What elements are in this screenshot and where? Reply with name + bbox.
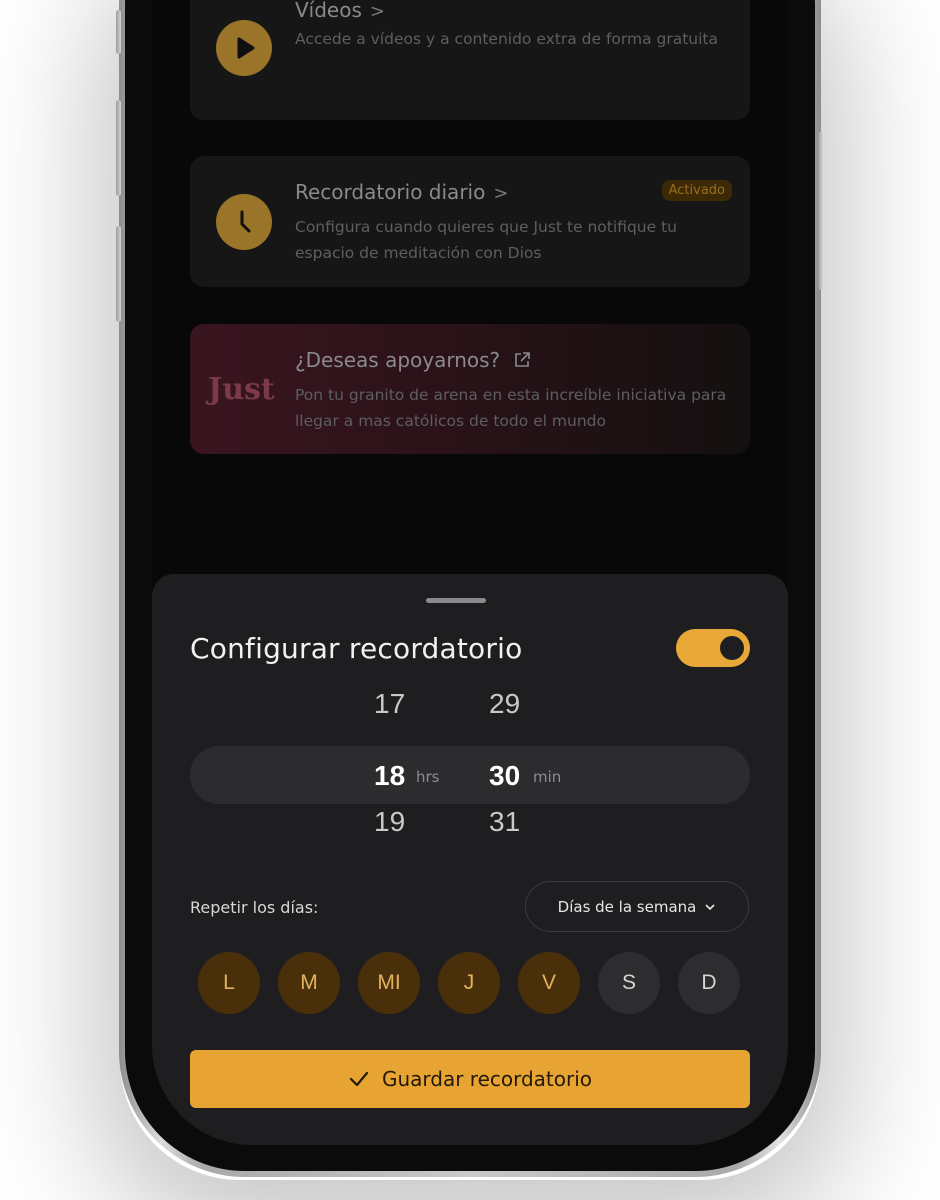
day-tuesday[interactable]: M bbox=[278, 952, 340, 1014]
day-monday[interactable]: L bbox=[198, 952, 260, 1014]
phone-screen: Vídeos > Accede a vídeos y a contenido ex… bbox=[152, 0, 788, 1145]
minute-option[interactable]: 29 bbox=[489, 688, 520, 720]
repeat-days-dropdown-value: Días de la semana bbox=[557, 897, 697, 916]
videos-title: Vídeos > bbox=[295, 0, 385, 22]
picker-selection-row bbox=[190, 746, 750, 804]
save-reminder-button[interactable]: Guardar recordatorio bbox=[190, 1050, 750, 1108]
chevron-right-icon: > bbox=[493, 183, 509, 204]
hour-option[interactable]: 17 bbox=[374, 688, 405, 720]
repeat-days-dropdown[interactable]: Días de la semana bbox=[525, 881, 749, 932]
day-wednesday[interactable]: MI bbox=[358, 952, 420, 1014]
save-reminder-label: Guardar recordatorio bbox=[381, 1067, 593, 1091]
toggle-knob bbox=[720, 636, 744, 660]
sheet-grabber[interactable] bbox=[426, 598, 486, 603]
side-button bbox=[116, 10, 121, 54]
day-sunday[interactable]: D bbox=[678, 952, 740, 1014]
sheet-title: Configurar recordatorio bbox=[190, 632, 523, 665]
videos-title-text: Vídeos bbox=[295, 0, 362, 22]
volume-down-button bbox=[116, 226, 121, 322]
just-logo: Just bbox=[208, 372, 275, 407]
external-link-icon bbox=[513, 350, 531, 374]
support-title: ¿Deseas apoyarnos? bbox=[295, 348, 531, 374]
day-saturday[interactable]: S bbox=[598, 952, 660, 1014]
chevron-down-icon bbox=[705, 903, 715, 910]
reminder-title: Recordatorio diario > bbox=[295, 180, 508, 204]
minute-option[interactable]: 31 bbox=[489, 806, 520, 838]
clock-icon bbox=[216, 194, 272, 250]
volume-up-button bbox=[116, 100, 121, 196]
chevron-right-icon: > bbox=[369, 1, 385, 22]
support-description: Pon tu granito de arena en esta increíbl… bbox=[295, 386, 727, 430]
hours-unit: hrs bbox=[416, 768, 440, 786]
day-selector: L M MI J V S D bbox=[198, 952, 758, 1014]
power-button bbox=[818, 132, 823, 290]
repeat-days-label: Repetir los días: bbox=[190, 898, 319, 917]
reminder-toggle[interactable] bbox=[676, 629, 750, 667]
videos-card[interactable]: Vídeos > Accede a vídeos y a contenido ex… bbox=[190, 0, 750, 120]
play-icon bbox=[216, 20, 272, 76]
support-title-text: ¿Deseas apoyarnos? bbox=[295, 348, 501, 372]
reminder-bottom-sheet: Configurar recordatorio 17 18 hrs 19 29 … bbox=[152, 574, 788, 1145]
reminder-description: Configura cuando quieres que Just te not… bbox=[295, 218, 677, 262]
support-card[interactable]: Just ¿Deseas apoyarnos? Pon tu granito d… bbox=[190, 324, 750, 454]
day-friday[interactable]: V bbox=[518, 952, 580, 1014]
reminder-title-text: Recordatorio diario bbox=[295, 180, 486, 204]
status-badge: Activado bbox=[661, 180, 732, 201]
videos-description: Accede a vídeos y a contenido extra de f… bbox=[295, 30, 718, 48]
minutes-unit: min bbox=[533, 768, 562, 786]
reminder-card[interactable]: Recordatorio diario > Activado Configura … bbox=[190, 156, 750, 287]
day-thursday[interactable]: J bbox=[438, 952, 500, 1014]
hour-option[interactable]: 19 bbox=[374, 806, 405, 838]
stage: Vídeos > Accede a vídeos y a contenido ex… bbox=[0, 0, 940, 1200]
check-icon bbox=[349, 1071, 369, 1087]
minute-selected[interactable]: 30 bbox=[489, 760, 520, 792]
hour-selected[interactable]: 18 bbox=[374, 760, 405, 792]
